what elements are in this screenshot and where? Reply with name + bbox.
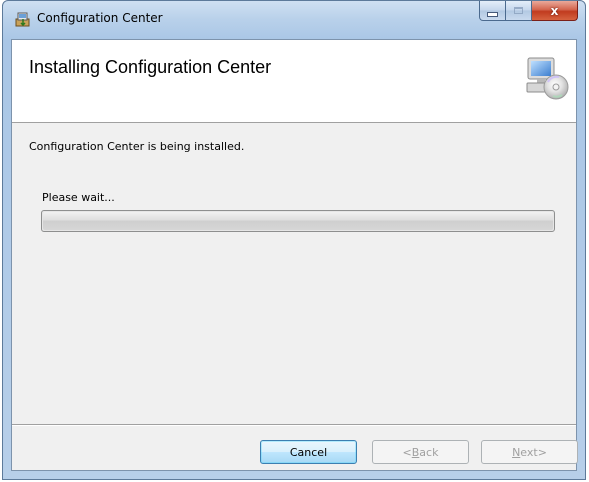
- title-bar[interactable]: Configuration Center x: [3, 1, 585, 39]
- next-button-accel: N: [512, 445, 521, 459]
- dialog-client-area: Installing Configuration Center Configur…: [11, 39, 578, 471]
- back-button-prefix: <: [402, 445, 412, 459]
- back-button-rest: ack: [419, 445, 439, 459]
- footer-divider: [12, 424, 576, 426]
- installer-package-icon: [14, 10, 32, 28]
- page-title: Installing Configuration Center: [29, 57, 272, 77]
- maximize-button[interactable]: [506, 1, 532, 21]
- window-title: Configuration Center: [37, 11, 163, 25]
- cancel-button[interactable]: Cancel: [260, 440, 357, 464]
- caption-buttons: x: [479, 1, 578, 21]
- header-banner: Installing Configuration Center: [12, 40, 576, 123]
- close-button[interactable]: x: [532, 1, 578, 21]
- status-text: Configuration Center is being installed.: [29, 140, 245, 153]
- back-button-accel: B: [411, 445, 420, 459]
- maximize-icon: [514, 7, 523, 14]
- progress-label: Please wait...: [42, 191, 115, 204]
- close-icon: x: [550, 3, 559, 18]
- progress-track: [43, 212, 553, 230]
- minimize-icon: [487, 11, 498, 17]
- installer-window: Configuration Center x Installing Config…: [2, 0, 586, 480]
- back-button[interactable]: < Back: [372, 440, 469, 464]
- computer-cd-icon: [524, 55, 570, 101]
- next-button[interactable]: Next >: [481, 440, 578, 464]
- next-button-rest: ext: [520, 445, 538, 459]
- next-button-suffix: >: [537, 445, 547, 459]
- progress-bar: [41, 210, 555, 232]
- minimize-button[interactable]: [479, 1, 506, 21]
